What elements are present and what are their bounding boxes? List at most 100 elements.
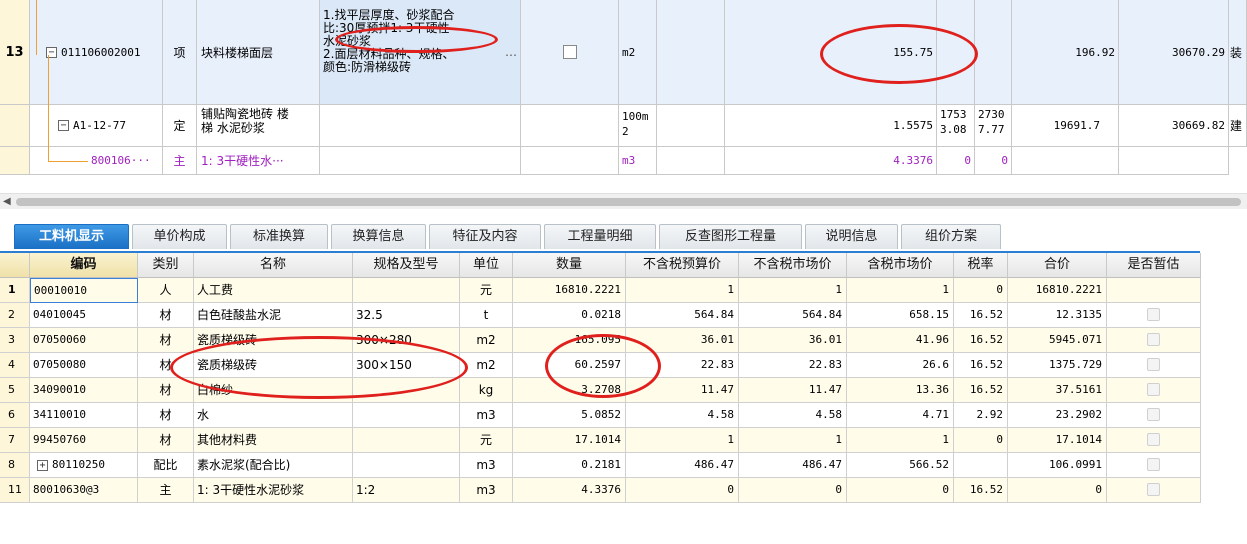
- provisional-checkbox[interactable]: [1147, 308, 1160, 321]
- category-cell[interactable]: 材: [138, 303, 194, 328]
- unit-cell[interactable]: m2: [460, 328, 513, 353]
- spec-cell[interactable]: [353, 403, 460, 428]
- tax-rate-cell[interactable]: 16.52: [954, 303, 1008, 328]
- provisional-cell[interactable]: [1107, 403, 1201, 428]
- sub-1-name[interactable]: 铺贴陶瓷地砖 楼 梯 水泥砂浆: [197, 105, 320, 147]
- column-header-budget-price[interactable]: 不含税预算价: [626, 253, 739, 278]
- tax-rate-cell[interactable]: [954, 453, 1008, 478]
- tax-market-price-cell[interactable]: 26.6: [847, 353, 954, 378]
- name-cell[interactable]: 其他材料费: [194, 428, 353, 453]
- code-cell[interactable]: 00010010: [30, 278, 138, 303]
- provisional-cell[interactable]: [1107, 378, 1201, 403]
- market-price-cell[interactable]: 1: [739, 428, 847, 453]
- provisional-checkbox[interactable]: [1147, 433, 1160, 446]
- code-cell[interactable]: 04010045: [30, 303, 138, 328]
- total-cell[interactable]: 12.3135: [1008, 303, 1107, 328]
- total-cell[interactable]: 0: [1008, 478, 1107, 503]
- budget-price-cell[interactable]: 1: [626, 428, 739, 453]
- market-price-cell[interactable]: 22.83: [739, 353, 847, 378]
- tab-conversion-info[interactable]: 换算信息: [331, 224, 426, 249]
- name-cell[interactable]: 素水泥浆(配合比): [194, 453, 353, 478]
- tab-unit-price-composition[interactable]: 单价构成: [132, 224, 227, 249]
- more-ellipsis-icon[interactable]: …: [505, 46, 517, 59]
- column-header-market-price[interactable]: 不含税市场价: [739, 253, 847, 278]
- category-cell[interactable]: 材: [138, 428, 194, 453]
- budget-price-cell[interactable]: 11.47: [626, 378, 739, 403]
- name-cell[interactable]: 1: 3干硬性水泥砂浆: [194, 478, 353, 503]
- budget-price-cell[interactable]: 36.01: [626, 328, 739, 353]
- tax-market-price-cell[interactable]: 1: [847, 428, 954, 453]
- provisional-cell[interactable]: [1107, 428, 1201, 453]
- row-13-code-cell[interactable]: − 011106002001: [30, 0, 163, 105]
- total-cell[interactable]: 106.0991: [1008, 453, 1107, 478]
- unit-cell[interactable]: 元: [460, 428, 513, 453]
- row-13-checkbox-cell[interactable]: [521, 0, 619, 105]
- name-cell[interactable]: 白色硅酸盐水泥: [194, 303, 353, 328]
- quantity-cell[interactable]: 4.3376: [513, 478, 626, 503]
- column-header-category[interactable]: 类别: [138, 253, 194, 278]
- code-cell[interactable]: 34110010: [30, 403, 138, 428]
- unit-cell[interactable]: m2: [460, 353, 513, 378]
- provisional-cell[interactable]: [1107, 453, 1201, 478]
- market-price-cell[interactable]: 1: [739, 278, 847, 303]
- spec-cell[interactable]: 1:2: [353, 478, 460, 503]
- category-cell[interactable]: 人: [138, 278, 194, 303]
- name-cell[interactable]: 瓷质梯级砖: [194, 328, 353, 353]
- quantity-cell[interactable]: 0.0218: [513, 303, 626, 328]
- tax-market-price-cell[interactable]: 1: [847, 278, 954, 303]
- tab-pricing-scheme[interactable]: 组价方案: [901, 224, 1001, 249]
- unit-cell[interactable]: t: [460, 303, 513, 328]
- column-header-tax-market-price[interactable]: 含税市场价: [847, 253, 954, 278]
- tax-market-price-cell[interactable]: 4.71: [847, 403, 954, 428]
- name-cell[interactable]: 白棉纱: [194, 378, 353, 403]
- total-cell[interactable]: 37.5161: [1008, 378, 1107, 403]
- total-cell[interactable]: 16810.2221: [1008, 278, 1107, 303]
- tax-market-price-cell[interactable]: 566.52: [847, 453, 954, 478]
- spec-cell[interactable]: [353, 278, 460, 303]
- sub-1-quantity[interactable]: 1.5575: [725, 105, 937, 147]
- name-cell[interactable]: 人工费: [194, 278, 353, 303]
- expand-icon[interactable]: +: [37, 460, 48, 471]
- unit-cell[interactable]: kg: [460, 378, 513, 403]
- provisional-checkbox[interactable]: [1147, 358, 1160, 371]
- column-header-total[interactable]: 合价: [1008, 253, 1107, 278]
- tab-description-info[interactable]: 说明信息: [805, 224, 898, 249]
- tax-rate-cell[interactable]: 0: [954, 278, 1008, 303]
- category-cell[interactable]: 材: [138, 353, 194, 378]
- unit-cell[interactable]: m3: [460, 478, 513, 503]
- provisional-cell[interactable]: [1107, 278, 1201, 303]
- provisional-cell[interactable]: [1107, 478, 1201, 503]
- tab-standard-conversion[interactable]: 标准换算: [230, 224, 328, 249]
- tab-graphic-quantity-lookup[interactable]: 反查图形工程量: [659, 224, 802, 249]
- category-cell[interactable]: 配比: [138, 453, 194, 478]
- spec-cell[interactable]: 300×280: [353, 328, 460, 353]
- total-cell[interactable]: 17.1014: [1008, 428, 1107, 453]
- name-cell[interactable]: 水: [194, 403, 353, 428]
- market-price-cell[interactable]: 0: [739, 478, 847, 503]
- tab-features-content[interactable]: 特征及内容: [429, 224, 541, 249]
- spec-cell[interactable]: 300×150: [353, 353, 460, 378]
- budget-price-cell[interactable]: 22.83: [626, 353, 739, 378]
- column-header-quantity[interactable]: 数量: [513, 253, 626, 278]
- spec-cell[interactable]: [353, 378, 460, 403]
- provisional-cell[interactable]: [1107, 303, 1201, 328]
- budget-price-cell[interactable]: 0: [626, 478, 739, 503]
- name-cell[interactable]: 瓷质梯级砖: [194, 353, 353, 378]
- code-cell[interactable]: 80010630@3: [30, 478, 138, 503]
- tax-market-price-cell[interactable]: 41.96: [847, 328, 954, 353]
- tax-rate-cell[interactable]: 16.52: [954, 478, 1008, 503]
- sub-2-name[interactable]: 1: 3干硬性水···: [197, 147, 320, 175]
- budget-price-cell[interactable]: 1: [626, 278, 739, 303]
- sub-2-quantity[interactable]: 4.3376: [725, 147, 937, 175]
- market-price-cell[interactable]: 11.47: [739, 378, 847, 403]
- market-price-cell[interactable]: 486.47: [739, 453, 847, 478]
- quantity-cell[interactable]: 17.1014: [513, 428, 626, 453]
- tax-market-price-cell[interactable]: 0: [847, 478, 954, 503]
- unit-cell[interactable]: m3: [460, 453, 513, 478]
- tax-rate-cell[interactable]: 2.92: [954, 403, 1008, 428]
- total-cell[interactable]: 5945.071: [1008, 328, 1107, 353]
- budget-price-cell[interactable]: 486.47: [626, 453, 739, 478]
- row-13-quantity[interactable]: 155.75: [725, 0, 937, 105]
- spec-cell[interactable]: [353, 453, 460, 478]
- quantity-cell[interactable]: 165.095: [513, 328, 626, 353]
